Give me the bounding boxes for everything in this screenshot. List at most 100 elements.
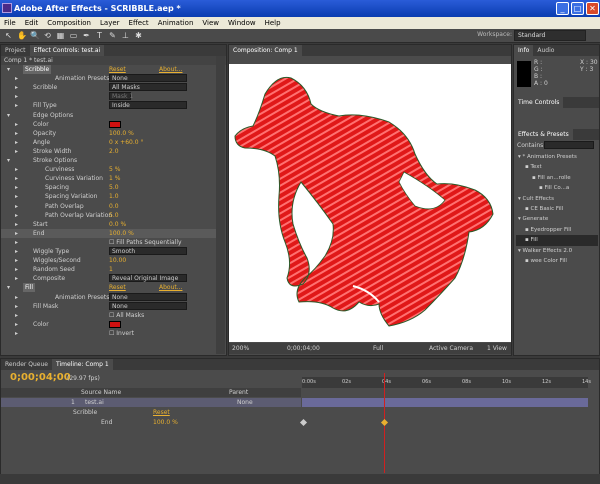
effect-row-7[interactable]: Opacity ▸ 100.0 % <box>1 129 217 138</box>
effects-tree-item[interactable]: ▪ Fill Co...a <box>516 183 598 193</box>
effect-row-15[interactable]: Path Overlap ▸ 0.0 <box>1 202 217 211</box>
tab-composition[interactable]: Composition: Comp 1 <box>229 45 302 56</box>
twirl-icon[interactable]: ▸ <box>15 329 18 338</box>
composition-viewer[interactable] <box>229 64 511 342</box>
effect-row-8[interactable]: Angle ▸ 0 x +60.0 ° <box>1 138 217 147</box>
value-field[interactable]: 1.0 <box>109 192 119 201</box>
dropdown-select[interactable]: Inside <box>109 101 187 110</box>
tab-timeline[interactable]: Timeline: Comp 1 <box>51 359 113 370</box>
dropdown-select[interactable]: Reveal Original Image <box>109 274 187 283</box>
menu-help[interactable]: Help <box>265 19 281 27</box>
effect-row-22[interactable]: Random Seed ▸ 1 <box>1 265 217 274</box>
twirl-icon[interactable]: ▸ <box>15 220 18 229</box>
twirl-icon[interactable]: ▸ <box>15 192 18 201</box>
effect-row-24[interactable]: Fill ▾ Reset About... <box>1 283 217 293</box>
twirl-icon[interactable]: ▸ <box>15 147 18 156</box>
twirl-icon[interactable]: ▸ <box>15 165 18 174</box>
effects-tree-item[interactable]: ▪ Fill <box>516 235 598 246</box>
reset-link[interactable]: Reset <box>109 65 126 74</box>
tool-7-icon[interactable]: T <box>95 31 104 40</box>
value-field[interactable]: 1 % <box>109 174 120 183</box>
resolution-select[interactable]: Full <box>373 343 383 354</box>
tool-9-icon[interactable]: ⊥ <box>121 31 130 40</box>
effect-row-26[interactable]: Fill Mask ▸ None <box>1 301 217 311</box>
layer-row[interactable]: 1 test.ai None <box>1 398 301 407</box>
menu-layer[interactable]: Layer <box>100 19 120 27</box>
twirl-icon[interactable]: ▸ <box>15 311 18 320</box>
effects-tree-item[interactable]: ▾ Generate <box>516 214 598 224</box>
tab-render-queue[interactable]: Render Queue <box>1 359 52 370</box>
effect-row-3[interactable]: ▸ Mask 1 <box>1 92 217 101</box>
tool-0-icon[interactable]: ↖ <box>4 31 13 40</box>
camera-select[interactable]: Active Camera <box>429 343 473 354</box>
twirl-icon[interactable]: ▸ <box>15 229 18 238</box>
twirl-icon[interactable]: ▸ <box>15 274 18 283</box>
checkbox[interactable]: ☐ Invert <box>109 329 134 338</box>
twirl-icon[interactable]: ▸ <box>15 129 18 138</box>
views-select[interactable]: 1 View <box>487 343 507 354</box>
effect-row-2[interactable]: Scribble ▸ All Masks <box>1 83 217 92</box>
time-ruler[interactable]: 0:00s 02s 04s 06s 08s 10s 12s 14s <box>302 377 591 388</box>
effect-row-10[interactable]: Stroke Options ▾ <box>1 156 217 165</box>
workspace-select[interactable]: Standard <box>514 30 586 41</box>
effect-row-20[interactable]: Wiggle Type ▸ Smooth <box>1 247 217 256</box>
color-swatch[interactable] <box>109 120 121 128</box>
value-field[interactable]: 10.00 <box>109 256 126 265</box>
twirl-icon[interactable]: ▸ <box>15 202 18 211</box>
twirl-icon[interactable]: ▸ <box>15 293 18 302</box>
effects-tree-item[interactable]: ▾ Walker Effects 2.0 <box>516 246 598 256</box>
twirl-icon[interactable]: ▸ <box>15 320 18 329</box>
effect-row-23[interactable]: Composite ▸ Reveal Original Image <box>1 274 217 283</box>
twirl-icon[interactable]: ▸ <box>15 183 18 192</box>
effect-reset[interactable]: Reset <box>153 408 170 417</box>
maximize-button[interactable]: □ <box>571 2 584 15</box>
contains-search-input[interactable] <box>544 141 594 149</box>
twirl-icon[interactable]: ▸ <box>15 74 18 83</box>
tab-audio[interactable]: Audio <box>533 45 558 56</box>
tool-1-icon[interactable]: ✋ <box>17 31 27 40</box>
menu-composition[interactable]: Composition <box>47 19 91 27</box>
value-field[interactable]: 2.0 <box>109 147 119 156</box>
menu-animation[interactable]: Animation <box>158 19 194 27</box>
effects-tree-item[interactable]: ▪ Text <box>516 162 598 172</box>
tool-4-icon[interactable]: ▦ <box>56 31 65 40</box>
dropdown-select[interactable]: Smooth <box>109 247 187 255</box>
layer-duration-bar[interactable] <box>302 398 588 407</box>
effect-row-17[interactable]: Start ▸ 0.0 % <box>1 220 217 229</box>
value-field[interactable]: 100.0 % <box>109 229 134 238</box>
viewer-timecode[interactable]: 0;00;04;00 <box>287 343 320 354</box>
twirl-icon[interactable]: ▸ <box>15 101 18 110</box>
checkbox[interactable]: ☐ All Masks <box>109 311 144 320</box>
effect-row-4[interactable]: Fill Type ▸ Inside <box>1 101 217 110</box>
twirl-icon[interactable]: ▸ <box>15 174 18 183</box>
reset-link[interactable]: Reset <box>109 283 126 292</box>
close-button[interactable]: ✕ <box>586 2 599 15</box>
vertical-scrollbar[interactable] <box>216 56 225 354</box>
twirl-icon[interactable]: ▸ <box>15 256 18 265</box>
effect-row-28[interactable]: Color ▸ <box>1 320 217 329</box>
twirl-icon[interactable]: ▸ <box>15 211 18 220</box>
effect-row-25[interactable]: Animation Presets: ▸ None <box>1 292 217 302</box>
menu-effect[interactable]: Effect <box>129 19 149 27</box>
twirl-icon[interactable]: ▸ <box>15 302 18 311</box>
about-link[interactable]: About... <box>159 283 182 292</box>
twirl-icon[interactable]: ▸ <box>15 92 18 101</box>
twirl-icon[interactable]: ▸ <box>15 247 18 256</box>
effects-tree-item[interactable]: ▪ Fill an...rolle <box>516 173 598 183</box>
tool-3-icon[interactable]: ⟲ <box>43 31 52 40</box>
expand-icon[interactable]: ▾ <box>7 111 10 120</box>
dropdown-select[interactable]: Mask 1 <box>109 92 133 101</box>
effect-row-14[interactable]: Spacing Variation ▸ 1.0 <box>1 192 217 201</box>
value-field[interactable]: 0 x +60.0 ° <box>109 138 143 147</box>
effects-tree-item[interactable]: ▾ Cult Effects <box>516 194 598 204</box>
tool-2-icon[interactable]: 🔍 <box>30 31 40 40</box>
twirl-icon[interactable]: ▸ <box>15 120 18 129</box>
twirl-icon[interactable]: ▸ <box>15 265 18 274</box>
effect-row-27[interactable]: ▸ ☐ All Masks <box>1 311 217 320</box>
tab-info[interactable]: Info <box>514 45 534 56</box>
effect-row-18[interactable]: End ▸ 100.0 % <box>1 228 217 238</box>
keyframe-end[interactable] <box>380 418 389 427</box>
effect-row-11[interactable]: Curviness ▸ 5 % <box>1 165 217 174</box>
twirl-icon[interactable]: ▸ <box>15 238 18 247</box>
value-field[interactable]: 0.0 <box>109 202 119 211</box>
